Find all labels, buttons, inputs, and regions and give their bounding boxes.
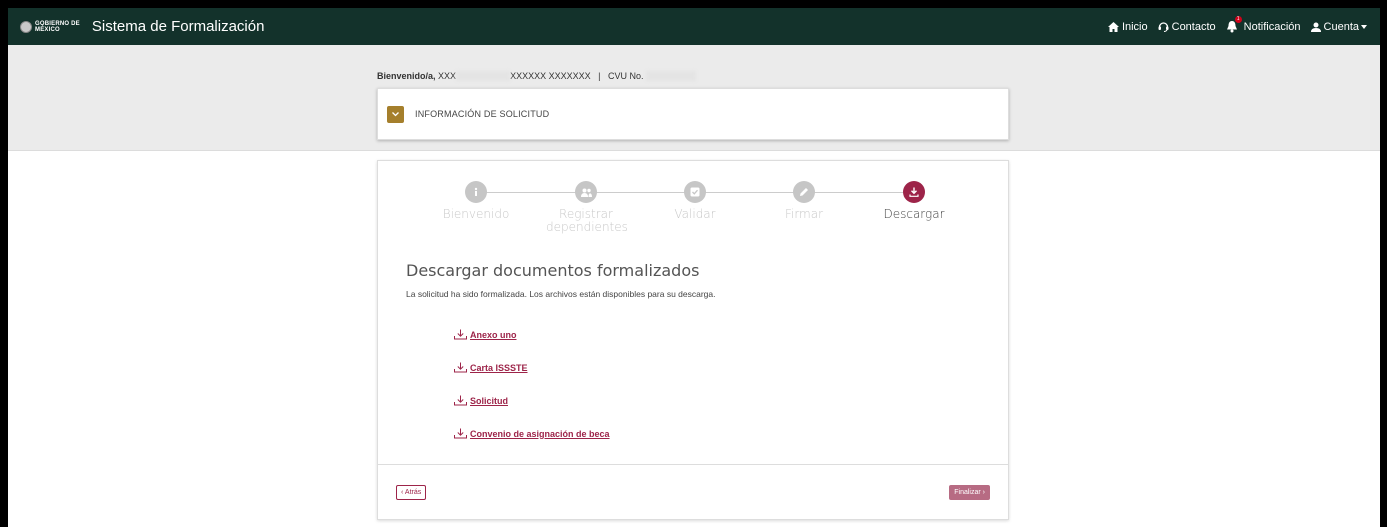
doc-link[interactable]: Convenio de asignación de beca [470,429,610,439]
download-icon [909,187,919,197]
doc-link[interactable]: Carta ISSSTE [470,363,528,373]
step-label: Validar [674,207,716,221]
gobierno-mexico-logo[interactable]: GOBIERNO DE MÉXICO [20,20,80,33]
download-icon [454,428,467,439]
doc-convenio-beca[interactable]: Convenio de asignación de beca [454,417,610,450]
step-registrar-dependientes[interactable]: Registrar dependientes [536,181,636,234]
nav-cuenta[interactable]: Cuenta [1310,20,1370,33]
caret-down-icon [1361,24,1367,29]
step-bienvenido[interactable]: Bienvenido [426,181,526,221]
info-panel-title: INFORMACIÓN DE SOLICITUD [415,109,550,119]
app-title: Sistema de Formalización [91,18,265,35]
logo-line-1: GOBIERNO DE [35,20,80,27]
doc-link[interactable]: Solicitud [470,396,508,406]
step-label: Registrar dependientes [546,207,628,234]
nav-notificacion-label: Notificación [1243,20,1301,33]
progress-stepper: Bienvenido Registrar dependientes Valida… [378,181,1008,241]
section-description: La solicitud ha sido formalizada. Los ar… [406,289,716,299]
redacted-name: XXXXXXXXX [456,71,511,81]
info-solicitud-panel: INFORMACIÓN DE SOLICITUD [377,88,1009,140]
welcome-label: Bienvenido/a, [377,71,436,81]
documents-list: Anexo uno Carta ISSSTE Solicitud Conveni… [454,318,610,450]
nav-contacto[interactable]: Contacto [1158,21,1216,33]
back-button-label: Atrás [404,489,422,496]
check-square-icon [690,187,700,197]
redacted-cvu: 0000000000 [646,71,697,81]
national-seal-icon [20,20,32,33]
welcome-line: Bienvenido/a, XXXXXXXXXXXXXXXXXX XXXXXXX… [377,71,697,81]
step-label: Descargar [883,207,945,221]
welcome-separator: | [598,71,601,81]
doc-link[interactable]: Anexo uno [470,330,517,340]
finish-button-label: Finalizar [954,489,981,496]
chevron-left-icon: ‹ [401,489,404,496]
doc-solicitud[interactable]: Solicitud [454,384,610,417]
user-name-end: XXXXXX XXXXXXX [510,71,591,81]
chevron-right-icon: › [982,489,985,496]
home-icon [1107,21,1119,32]
browser-viewport: GOBIERNO DE MÉXICO Sistema de Formalizac… [8,8,1380,527]
nav-cuenta-label: Cuenta [1323,20,1359,33]
pencil-icon [800,188,808,196]
download-icon [454,362,467,373]
notification-badge: 1 [1234,15,1242,23]
nav-inicio-label: Inicio [1121,20,1148,33]
logo-line-2: MÉXICO [35,26,60,33]
formalization-card: Bienvenido Registrar dependientes Valida… [377,160,1009,520]
chevron-down-icon [392,111,399,116]
nav-contacto-label: Contacto [1171,20,1216,33]
nav-links: Inicio Contacto 1 Notificación Cuenta [1098,8,1370,45]
card-footer-divider [378,464,1008,465]
back-button[interactable]: ‹ Atrás [396,485,427,500]
info-icon [474,187,478,196]
doc-carta-issste[interactable]: Carta ISSSTE [454,351,610,384]
section-title: Descargar documentos formalizados [406,261,700,280]
download-icon [454,395,467,406]
nav-inicio[interactable]: Inicio [1107,20,1148,33]
doc-anexo-uno[interactable]: Anexo uno [454,318,610,351]
step-firmar[interactable]: Firmar [754,181,854,221]
top-navbar: GOBIERNO DE MÉXICO Sistema de Formalizac… [8,8,1380,45]
step-label: Firmar [784,207,824,221]
step-descargar[interactable]: Descargar [864,181,964,221]
finish-button[interactable]: Finalizar › [949,485,990,500]
nav-notificacion[interactable]: 1 Notificación [1226,15,1301,34]
users-icon [580,188,592,197]
step-label: Bienvenido [442,207,510,221]
expand-toggle-button[interactable] [387,105,404,123]
step-validar[interactable]: Validar [645,181,745,221]
user-name-start: XXX [438,71,457,81]
download-icon [454,329,467,340]
cvu-label: CVU No. [608,71,644,81]
headset-icon [1158,22,1169,32]
user-icon [1310,22,1321,32]
